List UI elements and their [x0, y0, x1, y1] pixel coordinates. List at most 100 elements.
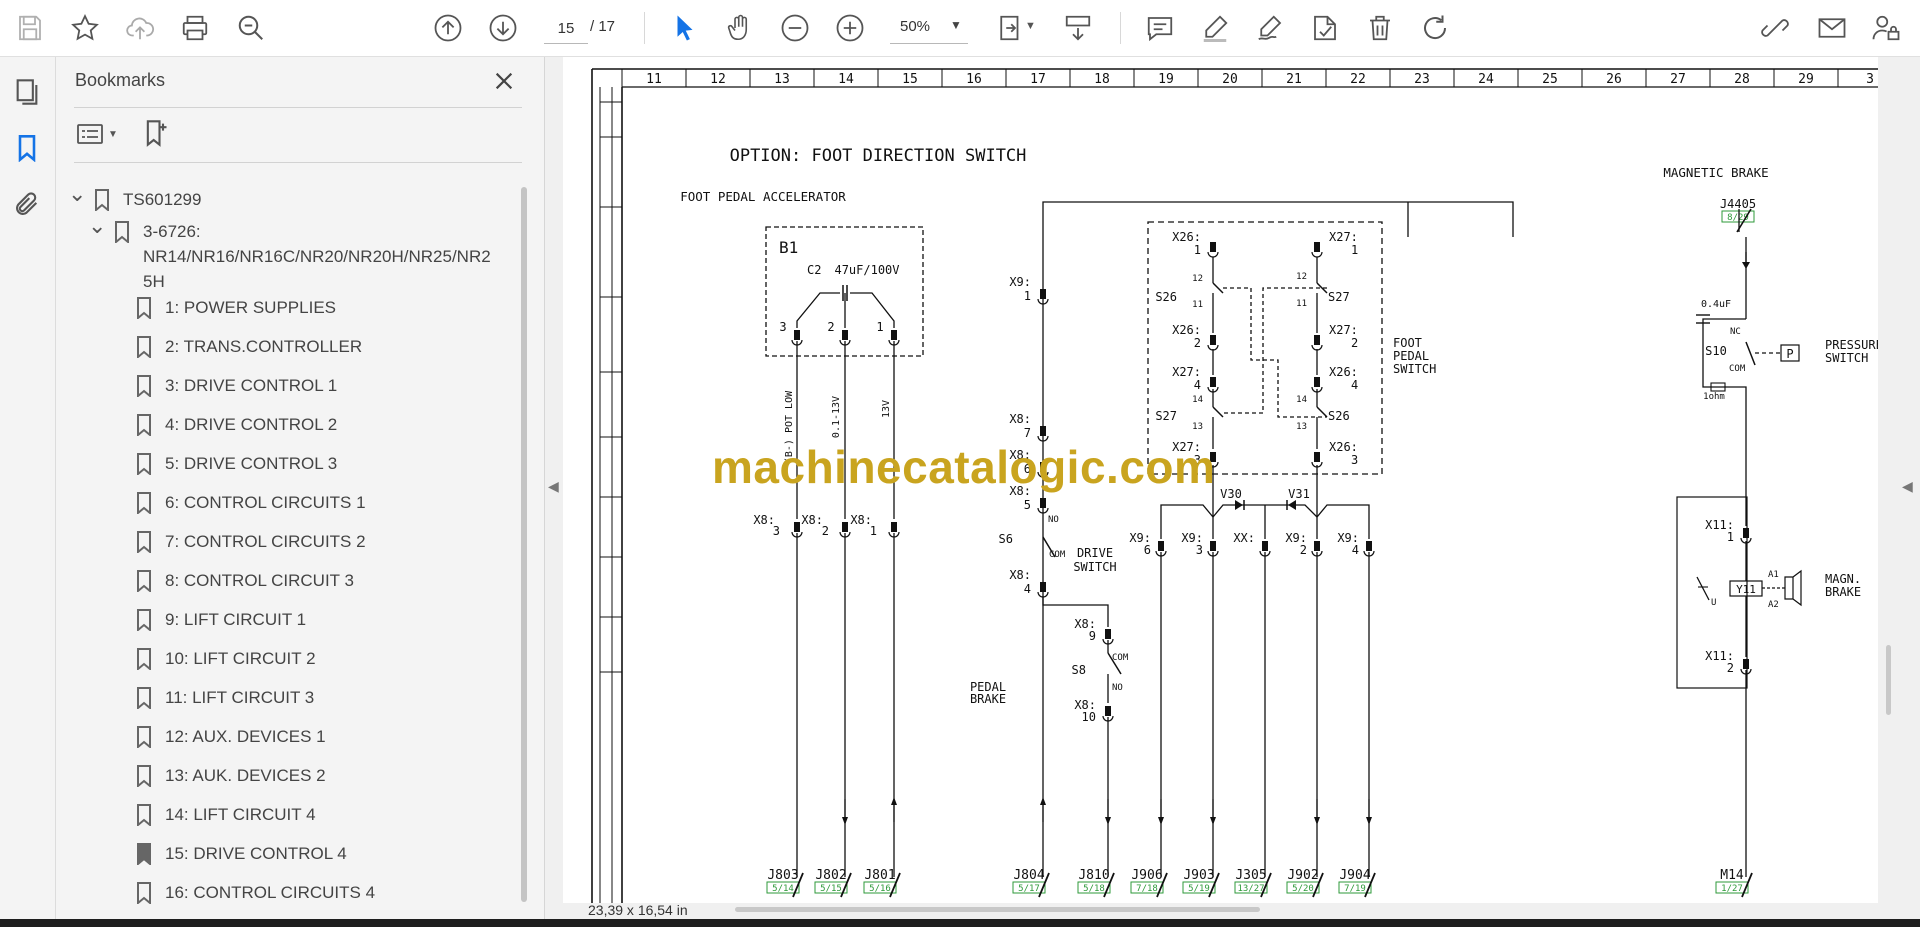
new-bookmark-button[interactable] — [139, 116, 173, 150]
reference-label: 5/19 — [1188, 884, 1210, 894]
save-icon[interactable] — [10, 8, 50, 48]
cloud-upload-icon[interactable] — [120, 8, 160, 48]
diode-v30 — [1235, 500, 1243, 510]
bookmark-icon — [136, 297, 152, 326]
bookmark-label: 15: DRIVE CONTROL 4 — [165, 844, 347, 863]
connector-name: J801 — [864, 868, 895, 883]
column-number: 23 — [1414, 72, 1430, 87]
bookmark-label: 7: CONTROL CIRCUITS 2 — [165, 532, 366, 551]
terminal — [1743, 528, 1749, 538]
bookmarks-panel: Bookmarks ▼ ⌄ TS601299 ⌄ 3-6726: NR14/NR16/N… — [56, 57, 545, 919]
zoom-out-icon[interactable] — [775, 8, 815, 48]
hand-icon[interactable] — [720, 8, 760, 48]
close-icon[interactable] — [488, 65, 520, 97]
connector-label: X27: — [1329, 230, 1358, 244]
share-link-icon[interactable] — [1755, 8, 1795, 48]
connector-name: J802 — [815, 868, 846, 883]
column-number: 28 — [1734, 72, 1750, 87]
pin-number: 7 — [1024, 426, 1031, 440]
switch-contact-label: NO — [1112, 683, 1123, 693]
connector-name: J810 — [1078, 868, 1109, 883]
page-up-icon[interactable] — [428, 8, 468, 48]
page-number-input[interactable] — [544, 13, 588, 44]
pin-number: 5 — [1024, 498, 1031, 512]
connector-name: J305 — [1235, 868, 1266, 883]
bookmark-options-button[interactable]: ▼ — [76, 117, 126, 151]
pin-number: 4 — [1194, 378, 1201, 392]
chevron-down-icon[interactable]: ⌄ — [88, 213, 106, 238]
print-icon[interactable] — [175, 8, 215, 48]
bookmark-panel-icon[interactable] — [10, 131, 44, 165]
reference-label: 5/17 — [1018, 884, 1040, 894]
terminal — [1314, 242, 1320, 252]
collapse-left-panel-icon[interactable]: ◀ — [548, 478, 559, 495]
expand-right-panel-icon[interactable]: ◀ — [1902, 478, 1913, 495]
bookmark-icon — [136, 492, 152, 521]
bookmark-label: 1: POWER SUPPLIES — [165, 298, 336, 317]
bookmark-label: 16: CONTROL CIRCUITS 4 — [165, 883, 376, 902]
highlight-pen-icon[interactable] — [1195, 8, 1235, 48]
panel-scrollbar[interactable] — [521, 187, 527, 902]
wire-label: 0.1-13V — [831, 396, 842, 438]
connector-name: J902 — [1287, 868, 1318, 883]
terminal — [1314, 335, 1320, 345]
watermark: machinecatalogic.com — [712, 441, 1216, 493]
zoom-in-icon[interactable] — [830, 8, 870, 48]
bookmark-icon — [136, 336, 152, 365]
arrow-down-icon — [842, 817, 848, 825]
pressure-symbol: P — [1786, 347, 1793, 361]
reference-label: 5/16 — [869, 884, 891, 894]
rotate-icon[interactable] — [1415, 8, 1455, 48]
zoom-search-icon[interactable] — [231, 8, 271, 48]
coil-pin: A1 — [1768, 570, 1779, 580]
switch-contact — [1745, 341, 1756, 366]
column-number: 3 — [1866, 72, 1874, 87]
bookmark-label: 5: DRIVE CONTROL 3 — [165, 454, 338, 473]
label: PEDAL — [1393, 349, 1429, 363]
wire-label: 13V — [881, 400, 892, 418]
select-arrow-icon[interactable] — [665, 8, 705, 48]
bookmark-icon — [136, 414, 152, 443]
connector-label: X8: — [1009, 568, 1031, 582]
bookmark-label: 4: DRIVE CONTROL 2 — [165, 415, 338, 434]
account-lock-icon[interactable] — [1866, 8, 1906, 48]
scroll-mode-icon[interactable] — [1058, 8, 1098, 48]
column-number: 20 — [1222, 72, 1238, 87]
chevron-down-icon: ▼ — [950, 18, 962, 32]
pin-number: 13 — [1296, 422, 1307, 432]
terminal — [1743, 659, 1749, 669]
pin-number: 1 — [870, 524, 877, 538]
stamp-icon[interactable] — [1305, 8, 1345, 48]
column-number: 25 — [1542, 72, 1558, 87]
pin-number: 12 — [1296, 272, 1307, 282]
bookmark-label: 9: LIFT CIRCUIT 1 — [165, 610, 307, 629]
zoom-select[interactable]: 50% ▼ — [890, 13, 968, 44]
chevron-down-icon[interactable]: ⌄ — [68, 181, 86, 206]
bookmark-label: 14: LIFT CIRCUIT 4 — [165, 805, 316, 824]
bookmark-label: 8: CONTROL CIRCUIT 3 — [165, 571, 354, 590]
arrow-down-icon — [1105, 817, 1111, 825]
chevron-down-icon[interactable]: ▼ — [1025, 20, 1036, 32]
terminal — [1314, 452, 1320, 462]
comment-icon[interactable] — [1140, 8, 1180, 48]
fit-page-icon[interactable] — [990, 8, 1030, 48]
star-icon[interactable] — [65, 8, 105, 48]
switch-label: S10 — [1705, 344, 1727, 358]
pin-number: 9 — [1089, 629, 1096, 643]
chevron-down-icon: ▼ — [108, 128, 118, 140]
terminal — [1105, 706, 1111, 716]
draw-icon[interactable] — [1250, 8, 1290, 48]
attachment-icon[interactable] — [10, 187, 44, 221]
email-icon[interactable] — [1812, 8, 1852, 48]
horizontal-scrollbar[interactable] — [735, 907, 1260, 912]
switch-contact — [1212, 282, 1224, 294]
page-down-icon[interactable] — [483, 8, 523, 48]
column-number: 14 — [838, 72, 854, 87]
delete-icon[interactable] — [1360, 8, 1400, 48]
coil-label: Y11 — [1736, 583, 1756, 596]
vertical-scrollbar[interactable] — [1886, 645, 1891, 715]
divider — [74, 107, 522, 108]
terminal — [1158, 541, 1164, 551]
terminal — [842, 522, 848, 532]
pages-thumbnail-icon[interactable] — [10, 75, 44, 109]
